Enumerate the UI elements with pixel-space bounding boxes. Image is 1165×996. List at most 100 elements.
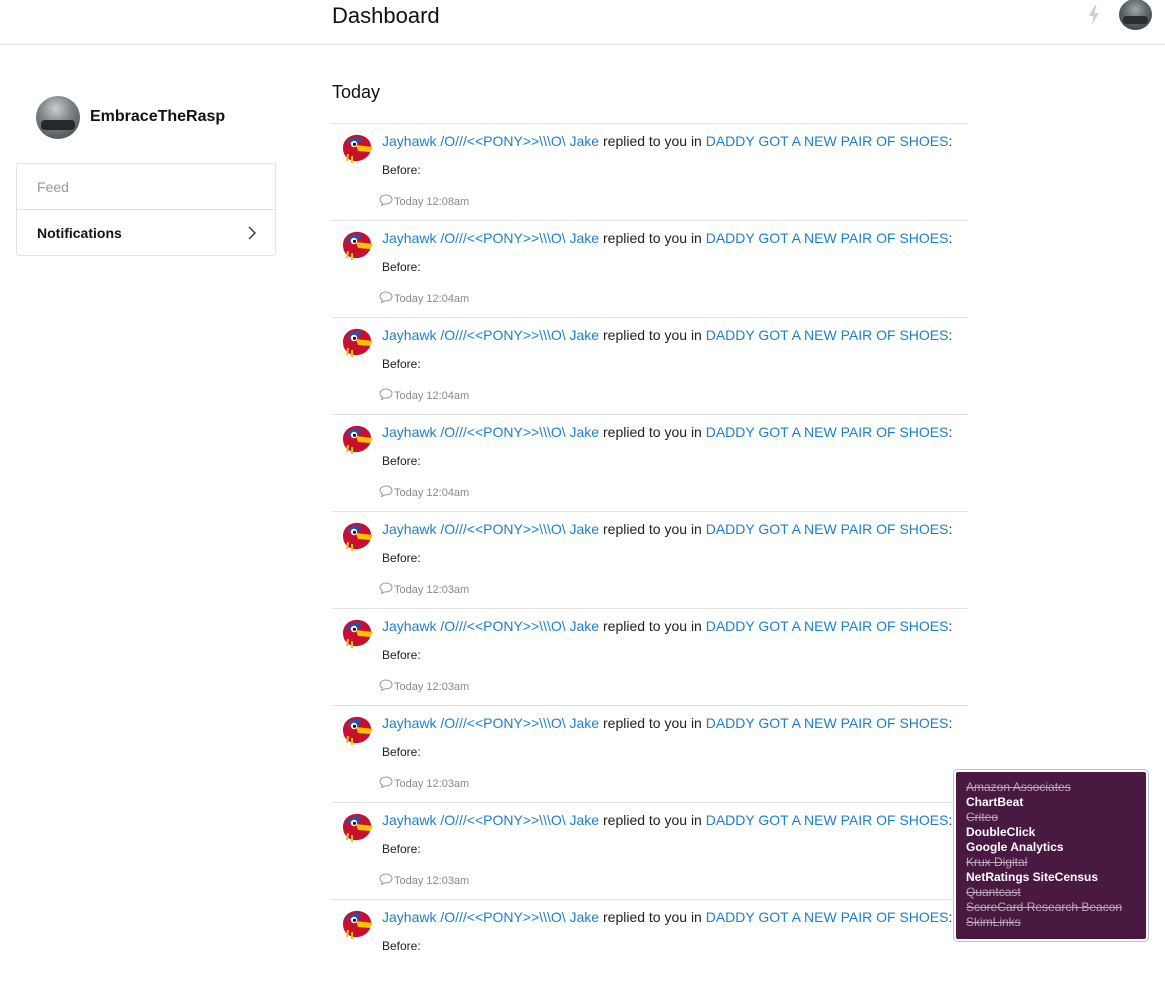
notification-body: Before: (382, 163, 421, 177)
notification-thread-link[interactable]: DADDY GOT A NEW PAIR OF SHOES (706, 618, 949, 634)
notification-body: Before: (382, 842, 421, 856)
timestamp-text: Today 12:04am (394, 487, 470, 499)
notification-user-link[interactable]: Jayhawk /O///<<PONY>>\\\O\ Jake (382, 812, 599, 828)
notification-thread-link[interactable]: DADDY GOT A NEW PAIR OF SHOES (706, 424, 949, 440)
jayhawk-avatar-icon[interactable] (340, 423, 374, 455)
user-avatar-menu[interactable] (1119, 0, 1152, 30)
notification-timestamp: Today 12:08am (379, 194, 469, 208)
tracker-item[interactable]: ScoreCard Research Beacon (966, 900, 1122, 915)
comment-icon (379, 485, 394, 499)
notification-user-link[interactable]: Jayhawk /O///<<PONY>>\\\O\ Jake (382, 521, 599, 537)
jayhawk-avatar-icon[interactable] (340, 132, 374, 164)
notification-user-link[interactable]: Jayhawk /O///<<PONY>>\\\O\ Jake (382, 424, 599, 440)
notification-user-link[interactable]: Jayhawk /O///<<PONY>>\\\O\ Jake (382, 618, 599, 634)
sidebar-item-feed[interactable]: Feed (17, 164, 275, 210)
notification-user-link[interactable]: Jayhawk /O///<<PONY>>\\\O\ Jake (382, 909, 599, 925)
jayhawk-avatar-icon[interactable] (340, 617, 374, 649)
notification-user-link[interactable]: Jayhawk /O///<<PONY>>\\\O\ Jake (382, 327, 599, 343)
notification-row[interactable]: Jayhawk /O///<<PONY>>\\\O\ Jake replied … (332, 899, 968, 996)
notification-user-link[interactable]: Jayhawk /O///<<PONY>>\\\O\ Jake (382, 230, 599, 246)
notification-row[interactable]: Jayhawk /O///<<PONY>>\\\O\ Jake replied … (332, 608, 968, 705)
notification-action: replied to you in (603, 812, 702, 828)
tracker-item[interactable]: Amazon Associates (966, 780, 1122, 795)
notification-action: replied to you in (603, 327, 702, 343)
notification-action: replied to you in (603, 424, 702, 440)
comment-icon (379, 679, 394, 693)
notification-row[interactable]: Jayhawk /O///<<PONY>>\\\O\ Jake replied … (332, 220, 968, 317)
notification-body: Before: (382, 648, 421, 662)
comment-icon (379, 388, 394, 402)
notification-thread-link[interactable]: DADDY GOT A NEW PAIR OF SHOES (706, 327, 949, 343)
tracker-item[interactable]: Krux Digital (966, 855, 1122, 870)
jayhawk-avatar-icon[interactable] (340, 520, 374, 552)
notification-text: Jayhawk /O///<<PONY>>\\\O\ Jake replied … (382, 715, 952, 731)
jayhawk-avatar-icon[interactable] (340, 714, 374, 746)
sidebar-nav: Feed Notifications (16, 163, 276, 256)
comment-icon (379, 873, 394, 887)
notification-colon: : (948, 618, 953, 634)
notification-action: replied to you in (603, 618, 702, 634)
comment-icon (379, 776, 394, 790)
notification-action: replied to you in (603, 715, 702, 731)
notification-colon: : (948, 327, 953, 343)
lightning-bolt-icon[interactable] (1087, 5, 1101, 25)
tracker-item[interactable]: SkimLinks (966, 915, 1122, 930)
notification-action: replied to you in (603, 521, 702, 537)
notification-colon: : (948, 230, 953, 246)
tracker-item[interactable]: Google Analytics (966, 840, 1122, 855)
notification-colon: : (948, 909, 953, 925)
notification-thread-link[interactable]: DADDY GOT A NEW PAIR OF SHOES (706, 715, 949, 731)
notification-row[interactable]: Jayhawk /O///<<PONY>>\\\O\ Jake replied … (332, 317, 968, 414)
jayhawk-avatar-icon[interactable] (340, 811, 374, 843)
profile-name[interactable]: EmbraceTheRasp (90, 108, 225, 126)
top-bar: Dashboard (0, 0, 1165, 45)
notification-text: Jayhawk /O///<<PONY>>\\\O\ Jake replied … (382, 424, 952, 440)
notification-row[interactable]: Jayhawk /O///<<PONY>>\\\O\ Jake replied … (332, 123, 968, 220)
notification-text: Jayhawk /O///<<PONY>>\\\O\ Jake replied … (382, 521, 952, 537)
tracker-item[interactable]: ChartBeat (966, 795, 1122, 810)
notification-colon: : (948, 133, 953, 149)
tracker-item[interactable]: Quantcast (966, 885, 1122, 900)
tracker-panel[interactable]: Amazon Associates ChartBeat Criteo DoubleCl… (954, 770, 1148, 941)
notification-row[interactable]: Jayhawk /O///<<PONY>>\\\O\ Jake replied … (332, 511, 968, 608)
notification-thread-link[interactable]: DADDY GOT A NEW PAIR OF SHOES (706, 812, 949, 828)
notification-thread-link[interactable]: DADDY GOT A NEW PAIR OF SHOES (706, 521, 949, 537)
comment-icon (379, 582, 394, 596)
notification-action: replied to you in (603, 133, 702, 149)
notification-row[interactable]: Jayhawk /O///<<PONY>>\\\O\ Jake replied … (332, 705, 968, 802)
notification-thread-link[interactable]: DADDY GOT A NEW PAIR OF SHOES (706, 133, 949, 149)
chevron-right-icon (248, 226, 256, 240)
jayhawk-avatar-icon[interactable] (340, 326, 374, 358)
tracker-item[interactable]: NetRatings SiteCensus (966, 870, 1122, 885)
notification-thread-link[interactable]: DADDY GOT A NEW PAIR OF SHOES (706, 909, 949, 925)
notification-feed: Jayhawk /O///<<PONY>>\\\O\ Jake replied … (332, 123, 968, 996)
timestamp-text: Today 12:03am (394, 681, 470, 693)
profile-avatar[interactable] (36, 96, 80, 139)
timestamp-text: Today 12:03am (394, 584, 470, 596)
sidebar-item-notifications[interactable]: Notifications (17, 210, 275, 255)
comment-icon (379, 291, 394, 305)
notification-thread-link[interactable]: DADDY GOT A NEW PAIR OF SHOES (706, 230, 949, 246)
timestamp-text: Today 12:04am (394, 390, 470, 402)
jayhawk-avatar-icon[interactable] (340, 229, 374, 261)
notification-timestamp: Today 12:03am (379, 582, 469, 596)
notification-text: Jayhawk /O///<<PONY>>\\\O\ Jake replied … (382, 230, 952, 246)
notification-colon: : (948, 521, 953, 537)
notification-user-link[interactable]: Jayhawk /O///<<PONY>>\\\O\ Jake (382, 715, 599, 731)
notification-colon: : (948, 424, 953, 440)
notification-user-link[interactable]: Jayhawk /O///<<PONY>>\\\O\ Jake (382, 133, 599, 149)
notification-text: Jayhawk /O///<<PONY>>\\\O\ Jake replied … (382, 618, 952, 634)
timestamp-text: Today 12:04am (394, 293, 470, 305)
notification-timestamp: Today 12:04am (379, 291, 469, 305)
tracker-item[interactable]: Criteo (966, 810, 1122, 825)
jayhawk-avatar-icon[interactable] (340, 908, 374, 940)
notification-row[interactable]: Jayhawk /O///<<PONY>>\\\O\ Jake replied … (332, 414, 968, 511)
notification-timestamp: Today 12:04am (379, 485, 469, 499)
notification-colon: : (948, 715, 953, 731)
timestamp-text: Today 12:03am (394, 875, 470, 887)
tracker-item[interactable]: DoubleClick (966, 825, 1122, 840)
notification-text: Jayhawk /O///<<PONY>>\\\O\ Jake replied … (382, 812, 952, 828)
notification-body: Before: (382, 454, 421, 468)
notification-row[interactable]: Jayhawk /O///<<PONY>>\\\O\ Jake replied … (332, 802, 968, 899)
notification-colon: : (948, 812, 953, 828)
